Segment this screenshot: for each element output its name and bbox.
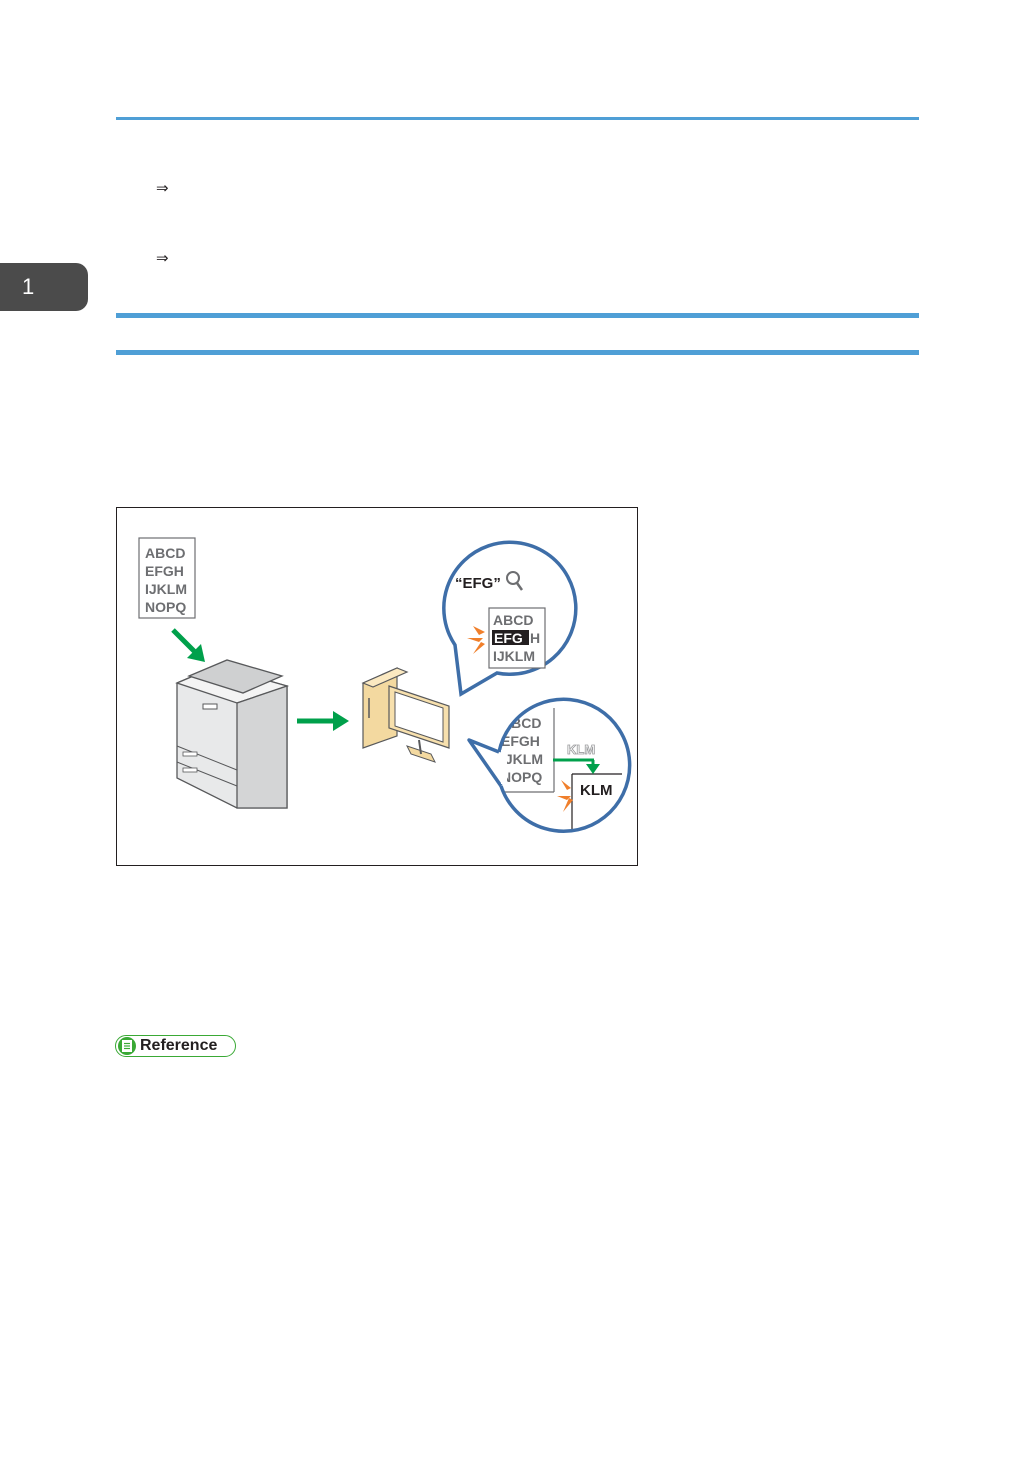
- scan-arrow-icon: [171, 628, 205, 662]
- copy-doc-line-4: NOPQ: [501, 769, 542, 785]
- section-rule-top: [116, 313, 919, 318]
- section-rule-bottom: [116, 350, 919, 355]
- search-doc-highlight: EFG: [494, 630, 523, 646]
- search-doc-line-2-rest: H: [530, 630, 540, 646]
- computer-icon: [361, 667, 450, 763]
- search-query: “EFG”: [455, 575, 501, 592]
- search-bubble: “EFG” ABCD EFG H IJKLM: [442, 540, 578, 697]
- copy-ghost-text: KLM: [567, 742, 595, 757]
- reference-label: Reference: [140, 1037, 218, 1054]
- arrow-bullet-1: ⇒: [156, 180, 169, 197]
- header-rule: [116, 117, 919, 120]
- chapter-number: 1: [22, 274, 35, 299]
- feature-illustration: ABCD EFGH IJKLM NOPQ “EFG” ABCD EFG H IJ…: [116, 507, 638, 866]
- reference-badge: Reference: [115, 1035, 237, 1057]
- copy-doc-line-2: EFGH: [501, 733, 540, 749]
- copy-pasted-text: KLM: [580, 782, 613, 799]
- source-line-3: IJKLM: [145, 581, 187, 597]
- chapter-tab: 1: [0, 263, 88, 311]
- arrow-bullet-2: ⇒: [156, 250, 169, 267]
- source-line-1: ABCD: [145, 545, 185, 561]
- printer-icon: [175, 659, 290, 809]
- copy-bubble: ABCD EFGH IJKLM NOPQ KLM KLM: [467, 697, 632, 833]
- search-doc-line-1: ABCD: [493, 612, 533, 628]
- send-arrow-icon: [297, 711, 349, 731]
- reference-note-icon: [118, 1037, 136, 1055]
- source-line-2: EFGH: [145, 563, 184, 579]
- copy-doc-line-3: IJKLM: [501, 751, 543, 767]
- source-document: ABCD EFGH IJKLM NOPQ: [138, 537, 196, 619]
- source-line-4: NOPQ: [145, 599, 186, 615]
- search-doc-line-3: IJKLM: [493, 648, 535, 664]
